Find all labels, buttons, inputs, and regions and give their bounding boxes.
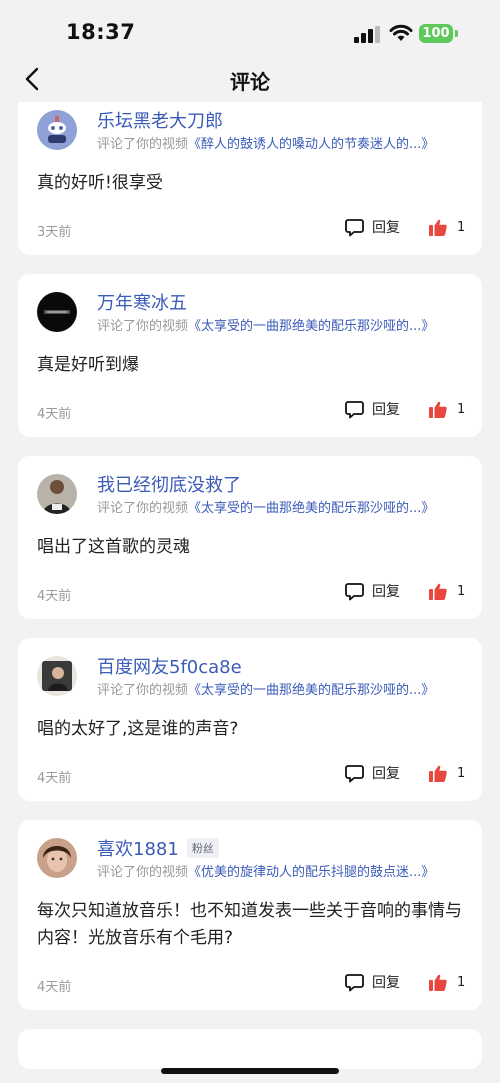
reply-button[interactable]: 回复 <box>345 216 400 238</box>
source-prefix: 评论了你的视频 <box>97 319 189 334</box>
reply-button[interactable]: 回复 <box>345 580 400 602</box>
reply-button[interactable]: 回复 <box>345 762 400 784</box>
comment-text: 每次只知道放音乐！也不知道发表一些关于音响的事情与内容！光放音乐有个毛用? <box>37 901 462 948</box>
comment-list: 乐坛黑老大刀郎 评论了你的视频《醉人的鼓诱人的嗓动人的节奏迷人的...》 真的好… <box>18 92 482 1069</box>
like-button[interactable]: 1 <box>429 216 465 238</box>
status-time: 18:37 <box>66 20 136 44</box>
status-bar: 18:37 100 <box>0 0 500 62</box>
comment-source: 评论了你的视频《优美的旋律动人的配乐抖腿的鼓点迷...》 <box>97 861 434 880</box>
source-prefix: 评论了你的视频 <box>97 683 189 698</box>
reply-label: 回复 <box>372 766 400 782</box>
reply-label: 回复 <box>372 220 400 236</box>
source-prefix: 评论了你的视频 <box>97 137 189 152</box>
comment-card-partial <box>18 1029 482 1069</box>
comment-card: 万年寒冰五 评论了你的视频《太享受的一曲那绝美的配乐那沙哑的...》 真是好听到… <box>18 274 482 437</box>
video-link[interactable]: 《优美的旋律动人的配乐抖腿的鼓点迷...》 <box>188 865 434 880</box>
like-count: 1 <box>457 583 466 599</box>
avatar[interactable] <box>37 656 77 696</box>
cellular-signal-icon <box>354 26 380 43</box>
comment-bubble-icon <box>345 582 364 600</box>
comment-bubble-icon <box>345 973 364 991</box>
reply-button[interactable]: 回复 <box>345 971 400 993</box>
comment-time: 3天前 <box>37 225 72 240</box>
reply-button[interactable]: 回复 <box>345 398 400 420</box>
comment-footer: 4天前 回复 1 <box>18 952 482 1010</box>
comment-card: 喜欢1881 粉丝 评论了你的视频《优美的旋律动人的配乐抖腿的鼓点迷...》 每次… <box>18 820 482 1010</box>
like-count: 1 <box>457 401 466 417</box>
like-count: 1 <box>457 219 466 235</box>
user-name[interactable]: 我已经彻底没救了 <box>97 471 241 497</box>
user-name[interactable]: 喜欢1881 粉丝 <box>97 835 219 861</box>
comment-header: 我已经彻底没救了 评论了你的视频《太享受的一曲那绝美的配乐那沙哑的...》 <box>18 474 482 518</box>
comment-time: 4天前 <box>37 980 72 995</box>
comment-text: 真是好听到爆 <box>37 355 139 375</box>
comment-footer: 4天前 回复 1 <box>18 561 482 619</box>
video-link[interactable]: 《太享受的一曲那绝美的配乐那沙哑的...》 <box>188 501 434 516</box>
comment-time: 4天前 <box>37 407 72 422</box>
video-link[interactable]: 《醉人的鼓诱人的嗓动人的节奏迷人的...》 <box>188 137 434 152</box>
comment-header: 乐坛黑老大刀郎 评论了你的视频《醉人的鼓诱人的嗓动人的节奏迷人的...》 <box>18 110 482 154</box>
wifi-icon <box>389 24 413 41</box>
like-button[interactable]: 1 <box>429 971 465 993</box>
comment-bubble-icon <box>345 764 364 782</box>
battery-tip <box>455 30 458 37</box>
video-link[interactable]: 《太享受的一曲那绝美的配乐那沙哑的...》 <box>188 683 434 698</box>
like-count: 1 <box>457 974 466 990</box>
reply-label: 回复 <box>372 975 400 991</box>
fan-badge: 粉丝 <box>186 838 219 858</box>
battery-indicator: 100 <box>419 24 453 43</box>
comment-bubble-icon <box>345 218 364 236</box>
comment-text: 唱出了这首歌的灵魂 <box>37 537 190 557</box>
user-name[interactable]: 万年寒冰五 <box>97 289 187 315</box>
page-title: 评论 <box>230 70 270 94</box>
comment-header: 万年寒冰五 评论了你的视频《太享受的一曲那绝美的配乐那沙哑的...》 <box>18 292 482 336</box>
comment-bubble-icon <box>345 400 364 418</box>
comment-source: 评论了你的视频《太享受的一曲那绝美的配乐那沙哑的...》 <box>97 497 434 516</box>
comment-footer: 4天前 回复 1 <box>18 743 482 801</box>
avatar[interactable] <box>37 474 77 514</box>
avatar[interactable] <box>37 292 77 332</box>
comment-header: 百度网友5f0ca8e 评论了你的视频《太享受的一曲那绝美的配乐那沙哑的...》 <box>18 656 482 700</box>
comment-source: 评论了你的视频《醉人的鼓诱人的嗓动人的节奏迷人的...》 <box>97 133 434 152</box>
reply-label: 回复 <box>372 402 400 418</box>
nav-bar: 评论 <box>0 62 500 102</box>
comment-card: 乐坛黑老大刀郎 评论了你的视频《醉人的鼓诱人的嗓动人的节奏迷人的...》 真的好… <box>18 92 482 255</box>
thumbs-up-icon <box>429 401 447 418</box>
home-indicator[interactable] <box>161 1068 339 1074</box>
thumbs-up-icon <box>429 765 447 782</box>
comment-time: 4天前 <box>37 771 72 786</box>
comment-footer: 3天前 回复 1 <box>18 197 482 255</box>
comment-source: 评论了你的视频《太享受的一曲那绝美的配乐那沙哑的...》 <box>97 315 434 334</box>
comment-time: 4天前 <box>37 589 72 604</box>
like-button[interactable]: 1 <box>429 580 465 602</box>
video-link[interactable]: 《太享受的一曲那绝美的配乐那沙哑的...》 <box>188 319 434 334</box>
thumbs-up-icon <box>429 219 447 236</box>
source-prefix: 评论了你的视频 <box>97 865 189 880</box>
comment-text: 唱的太好了,这是谁的声音? <box>37 719 239 739</box>
thumbs-up-icon <box>429 583 447 600</box>
comment-source: 评论了你的视频《太享受的一曲那绝美的配乐那沙哑的...》 <box>97 679 434 698</box>
avatar[interactable] <box>37 110 77 150</box>
comment-footer: 4天前 回复 1 <box>18 379 482 437</box>
like-button[interactable]: 1 <box>429 762 465 784</box>
like-button[interactable]: 1 <box>429 398 465 420</box>
comment-card: 百度网友5f0ca8e 评论了你的视频《太享受的一曲那绝美的配乐那沙哑的...》… <box>18 638 482 801</box>
comment-text: 真的好听!很享受 <box>37 173 163 193</box>
comment-card: 我已经彻底没救了 评论了你的视频《太享受的一曲那绝美的配乐那沙哑的...》 唱出… <box>18 456 482 619</box>
user-name[interactable]: 乐坛黑老大刀郎 <box>97 107 223 133</box>
like-count: 1 <box>457 765 466 781</box>
user-name[interactable]: 百度网友5f0ca8e <box>97 653 242 679</box>
comment-header: 喜欢1881 粉丝 评论了你的视频《优美的旋律动人的配乐抖腿的鼓点迷...》 <box>18 838 482 882</box>
thumbs-up-icon <box>429 974 447 991</box>
source-prefix: 评论了你的视频 <box>97 501 189 516</box>
avatar[interactable] <box>37 838 77 878</box>
reply-label: 回复 <box>372 584 400 600</box>
